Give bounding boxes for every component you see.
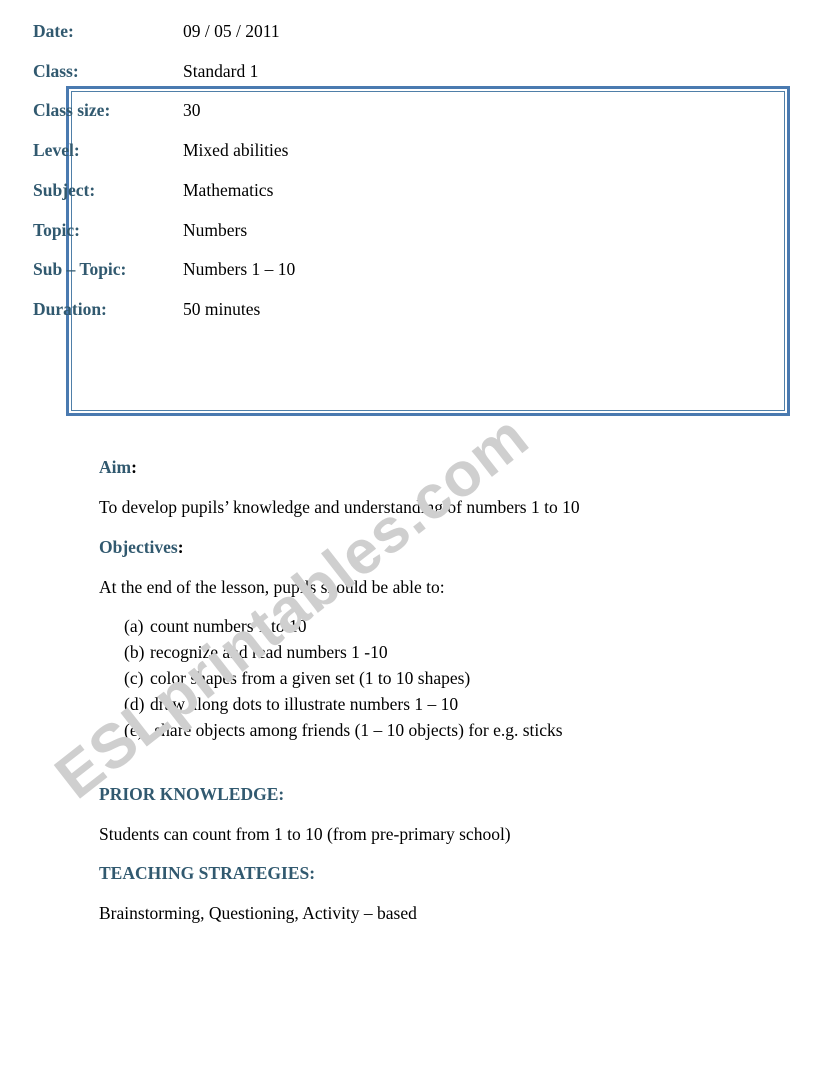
aim-heading-text: Aim xyxy=(99,457,132,477)
list-item-marker: (e) xyxy=(124,720,144,740)
teaching-strategies-heading: TEACHING STRATEGIES: xyxy=(99,863,316,883)
list-item-text: color shapes from a given set (1 to 10 s… xyxy=(150,668,471,688)
list-item-marker: (d) xyxy=(124,694,145,714)
list-item-marker: (c) xyxy=(124,668,144,688)
list-item: (e) share objects among friends (1 – 10 … xyxy=(124,719,563,741)
list-item-marker: (b) xyxy=(124,642,145,662)
document-body: Aim: To develop pupils’ knowledge and un… xyxy=(0,0,838,1086)
list-item-text: recognize and read numbers 1 -10 xyxy=(150,642,388,662)
list-item-text: share objects among friends (1 – 10 obje… xyxy=(150,720,563,740)
aim-text: To develop pupils’ knowledge and underst… xyxy=(99,497,580,517)
list-item: (c) color shapes from a given set (1 to 1… xyxy=(124,667,470,689)
teaching-strategies-text: Brainstorming, Questioning, Activity – b… xyxy=(99,903,417,923)
list-item: (b) recognize and read numbers 1 -10 xyxy=(124,641,388,663)
list-item: (a) count numbers 1 to 10 xyxy=(124,615,307,637)
objectives-intro: At the end of the lesson, pupils should … xyxy=(99,577,445,597)
aim-heading-colon: : xyxy=(131,457,137,477)
list-item-text: count numbers 1 to 10 xyxy=(150,616,307,636)
objectives-heading-colon: : xyxy=(177,537,184,557)
list-item: (d) draw along dots to illustrate numbers… xyxy=(124,693,458,715)
prior-knowledge-text: Students can count from 1 to 10 (from pr… xyxy=(99,824,511,844)
list-item-text: draw along dots to illustrate numbers 1 … xyxy=(150,694,459,714)
objectives-heading-text: Objectives xyxy=(99,537,178,557)
list-item-marker: (a) xyxy=(124,616,144,636)
objectives-heading: Objectives: xyxy=(99,536,184,558)
aim-heading: Aim: xyxy=(99,456,137,478)
prior-knowledge-heading: PRIOR KNOWLEDGE: xyxy=(99,784,285,804)
